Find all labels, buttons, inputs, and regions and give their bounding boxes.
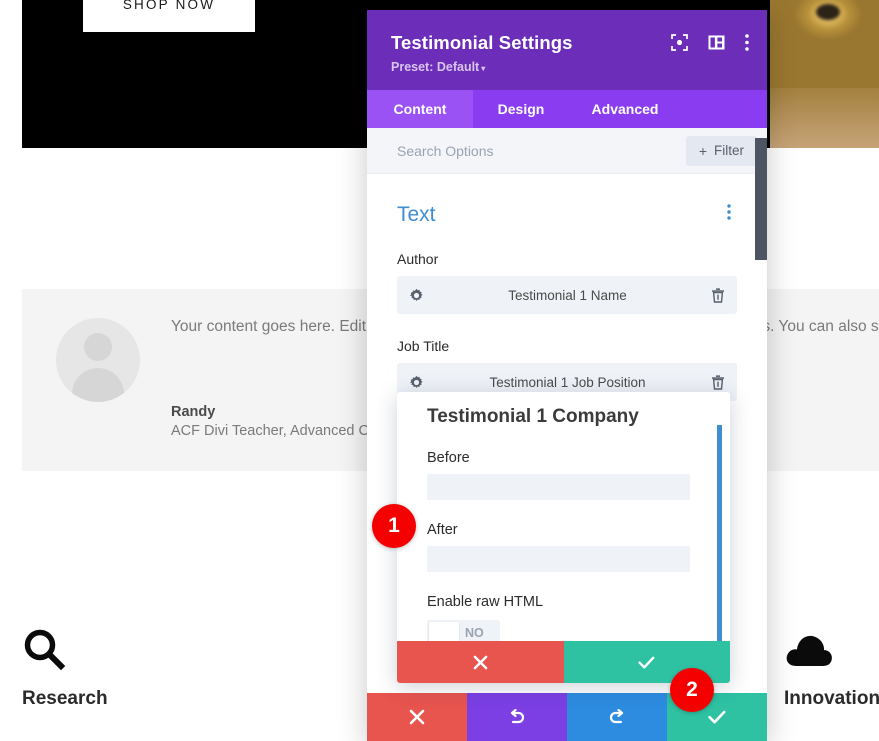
dynamic-field-value: Testimonial 1 Job Position	[424, 375, 711, 390]
feature-label: Innovation	[784, 688, 879, 710]
check-icon	[638, 656, 655, 669]
modal-scrollbar[interactable]	[755, 138, 767, 740]
modal-cancel-button[interactable]	[367, 693, 467, 741]
filter-label: Filter	[714, 143, 744, 158]
section-text-header: Text	[397, 174, 737, 227]
cloud-icon	[784, 628, 834, 674]
trash-icon[interactable]	[711, 288, 725, 303]
field-label-job-title: Job Title	[397, 338, 737, 354]
modal-redo-button[interactable]	[567, 693, 667, 741]
annotation-badge-2: 2	[670, 668, 714, 712]
modal-header: Testimonial Settings Preset: Default▾	[367, 10, 767, 90]
filter-button[interactable]: + Filter	[686, 136, 757, 166]
chevron-down-icon: ▾	[481, 64, 485, 73]
redo-icon	[608, 709, 626, 725]
gear-icon[interactable]	[409, 375, 424, 390]
avatar-head	[84, 333, 112, 361]
avatar	[56, 318, 140, 402]
modal-tabs: Content Design Advanced	[367, 90, 767, 128]
modal-undo-button[interactable]	[467, 693, 567, 741]
section-menu-button[interactable]	[721, 202, 737, 227]
field-label-author: Author	[397, 251, 737, 267]
more-vertical-icon	[727, 204, 731, 220]
undo-icon	[508, 709, 526, 725]
search-row: + Filter	[367, 128, 767, 174]
ring-product-photo	[770, 0, 879, 148]
feature-label: Research	[22, 688, 108, 710]
modal-header-actions	[671, 34, 749, 51]
close-icon	[473, 655, 488, 670]
popup-scrollbar-thumb[interactable]	[717, 425, 722, 646]
popup-label-before: Before	[427, 450, 700, 466]
testimonial-author-name: Randy	[171, 404, 215, 420]
popup-label-raw-html: Enable raw HTML	[427, 594, 700, 610]
search-input[interactable]	[397, 143, 686, 159]
feature-research: Research	[22, 628, 108, 710]
popup-inner: Testimonial 1 Company Before After Enabl…	[397, 392, 730, 649]
screen: SHOP NOW Your content goes here. Edit or…	[0, 0, 879, 741]
modal-scrollbar-thumb[interactable]	[755, 138, 767, 260]
trash-icon[interactable]	[711, 375, 725, 390]
dynamic-content-popup: Testimonial 1 Company Before After Enabl…	[397, 392, 730, 683]
focus-target-icon[interactable]	[671, 34, 688, 51]
after-input[interactable]	[427, 546, 690, 572]
shop-now-button[interactable]: SHOP NOW	[83, 0, 255, 32]
check-icon	[708, 710, 726, 724]
popup-label-after: After	[427, 522, 700, 538]
more-vertical-icon[interactable]	[745, 34, 749, 51]
layout-panel-icon[interactable]	[708, 35, 725, 50]
popup-scrollbar[interactable]	[717, 425, 722, 646]
section-title: Text	[397, 203, 436, 227]
search-icon	[22, 628, 68, 674]
plus-icon: +	[699, 143, 707, 159]
popup-cancel-button[interactable]	[397, 641, 564, 683]
tab-design[interactable]: Design	[473, 90, 569, 128]
tab-advanced[interactable]: Advanced	[569, 90, 681, 128]
gear-icon[interactable]	[409, 288, 424, 303]
tab-content[interactable]: Content	[367, 90, 473, 128]
preset-selector[interactable]: Preset: Default▾	[391, 60, 745, 74]
preset-label: Preset: Default	[391, 60, 479, 74]
dynamic-field-author[interactable]: Testimonial 1 Name	[397, 276, 737, 314]
popup-title: Testimonial 1 Company	[427, 392, 700, 428]
avatar-body	[72, 368, 124, 402]
toggle-state-label: NO	[461, 626, 490, 640]
before-input[interactable]	[427, 474, 690, 500]
close-icon	[409, 709, 425, 725]
dynamic-field-value: Testimonial 1 Name	[424, 288, 711, 303]
annotation-badge-1: 1	[372, 504, 416, 548]
feature-innovation: Innovation	[784, 628, 879, 710]
